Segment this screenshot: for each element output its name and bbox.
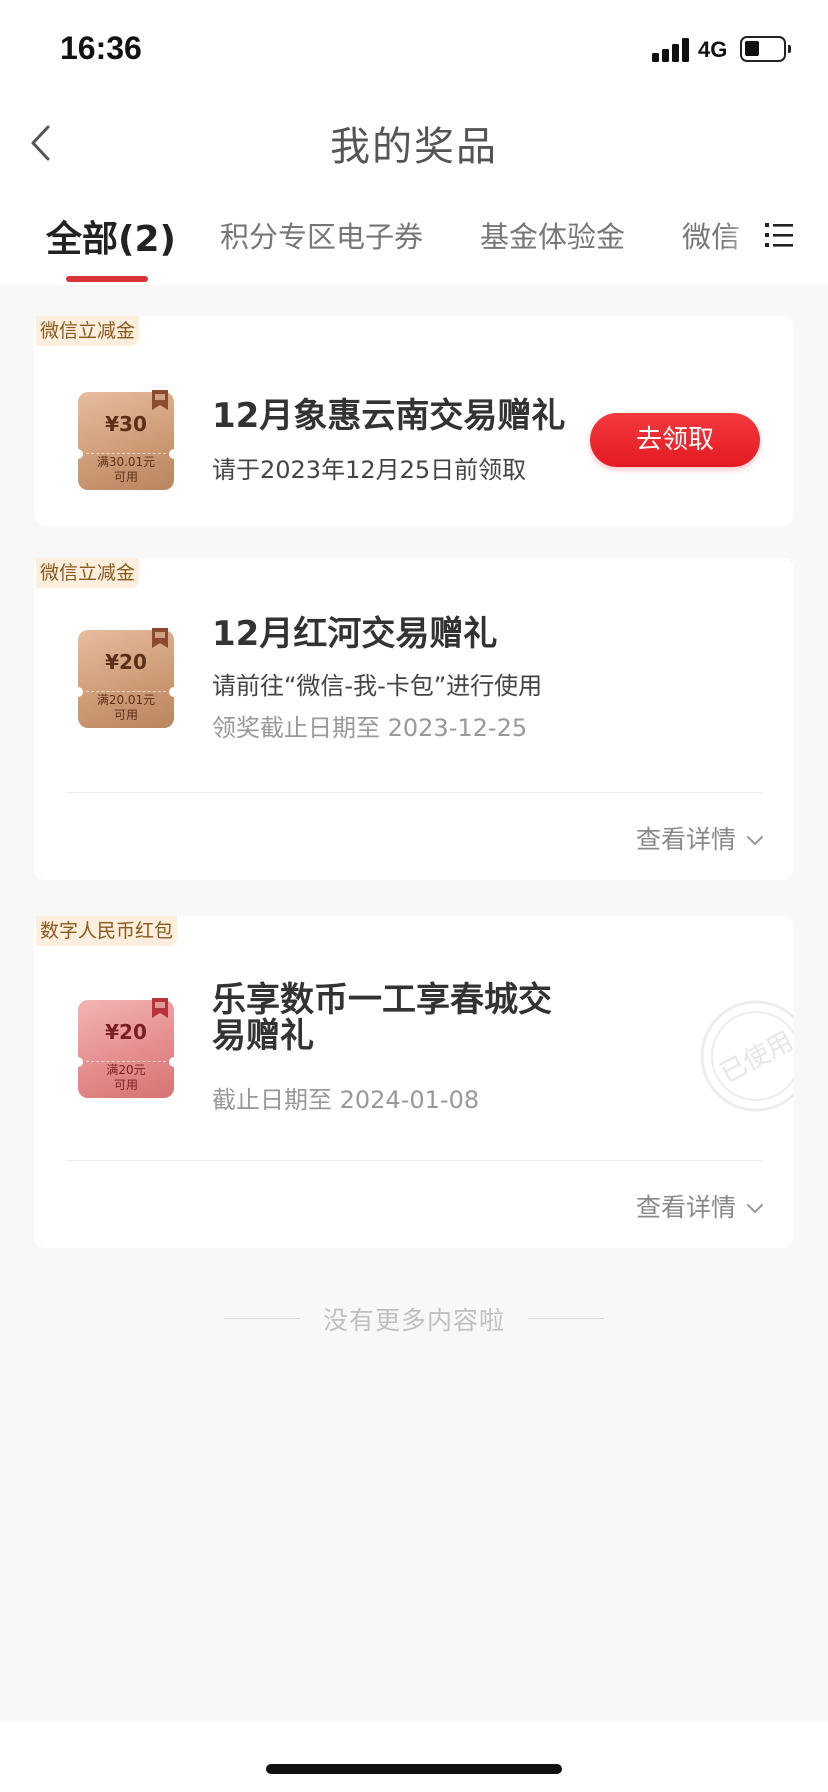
coupon-condition: 满20元 可用 <box>106 1063 146 1092</box>
prize-title: 乐享数币一工享春城交 易赠礼 <box>212 980 552 1056</box>
coupon-amount: ¥20 <box>105 1020 147 1044</box>
coupon-condition: 满20.01元 可用 <box>96 693 156 722</box>
battery-icon <box>740 36 791 62</box>
chevron-down-icon <box>747 836 763 845</box>
status-time: 16:36 <box>60 30 142 66</box>
signal-icon <box>652 38 690 62</box>
chevron-down-icon <box>747 1204 763 1213</box>
prize-title: 12月红河交易赠礼 <box>212 614 498 654</box>
ribbon-icon <box>152 998 168 1018</box>
coupon-amount: ¥20 <box>105 650 147 674</box>
prize-card: 微信立减金 ¥20 满20.01元 可用 12月红河交易赠礼 请前往“微信-我-… <box>34 558 794 880</box>
used-stamp-icon: 已使用 <box>700 1000 794 1112</box>
list-menu-icon <box>765 223 793 247</box>
bottom-safe-area <box>0 1722 828 1792</box>
view-details-link[interactable]: 查看详情 <box>636 1188 764 1224</box>
view-details-link[interactable]: 查看详情 <box>636 820 764 856</box>
used-stamp-text: 已使用 <box>715 1026 794 1089</box>
prize-category-tag: 微信立减金 <box>36 558 140 588</box>
status-bar: 16:36 4G <box>0 0 828 100</box>
view-details-label: 查看详情 <box>635 825 736 854</box>
prize-subtitle: 请于2023年12月25日前领取 <box>212 456 527 484</box>
network-type: 4G <box>698 37 728 62</box>
ribbon-icon <box>152 390 168 410</box>
active-tab-indicator <box>66 276 148 282</box>
prize-card: 微信立减金 ¥30 满30.01元 可用 12月象惠云南交易赠礼 请于2023年… <box>34 316 794 526</box>
tab-all[interactable]: 全部(2) <box>46 210 176 262</box>
tab-fund-trial[interactable]: 基金体验金 <box>480 214 625 256</box>
prize-deadline: 领奖截止日期至 2023-12-25 <box>212 714 528 742</box>
card-divider <box>66 1160 762 1161</box>
prize-title: 12月象惠云南交易赠礼 <box>212 396 566 436</box>
no-more-content-text: 没有更多内容啦 <box>322 1306 505 1335</box>
coupon-thumbnail: ¥20 满20元 可用 <box>73 998 179 1098</box>
used-stamp: 已使用 <box>692 994 794 1118</box>
coupon-amount: ¥30 <box>105 412 147 436</box>
card-divider <box>66 792 762 793</box>
tab-menu-button[interactable] <box>764 220 794 250</box>
coupon-condition: 满30.01元 可用 <box>96 455 156 484</box>
home-indicator[interactable] <box>266 1764 562 1774</box>
prize-category-tag: 微信立减金 <box>36 316 140 346</box>
prize-category-tag: 数字人民币红包 <box>36 916 178 946</box>
coupon-thumbnail: ¥20 满20.01元 可用 <box>73 628 179 728</box>
coupon-thumbnail: ¥30 满30.01元 可用 <box>73 390 179 490</box>
prize-subtitle: 请前往“微信-我-卡包”进行使用 <box>212 672 543 700</box>
ribbon-icon <box>152 628 168 648</box>
prize-deadline: 截止日期至 2024-01-08 <box>212 1086 480 1114</box>
view-details-label: 查看详情 <box>635 1193 736 1222</box>
claim-button[interactable]: 去领取 <box>590 413 760 467</box>
prize-card: 数字人民币红包 ¥20 满20元 可用 乐享数币一工享春城交 易赠礼 截止日期至… <box>34 916 794 1248</box>
tab-points-coupons[interactable]: 积分专区电子券 <box>220 214 423 256</box>
page-title: 我的奖品 <box>330 124 498 170</box>
